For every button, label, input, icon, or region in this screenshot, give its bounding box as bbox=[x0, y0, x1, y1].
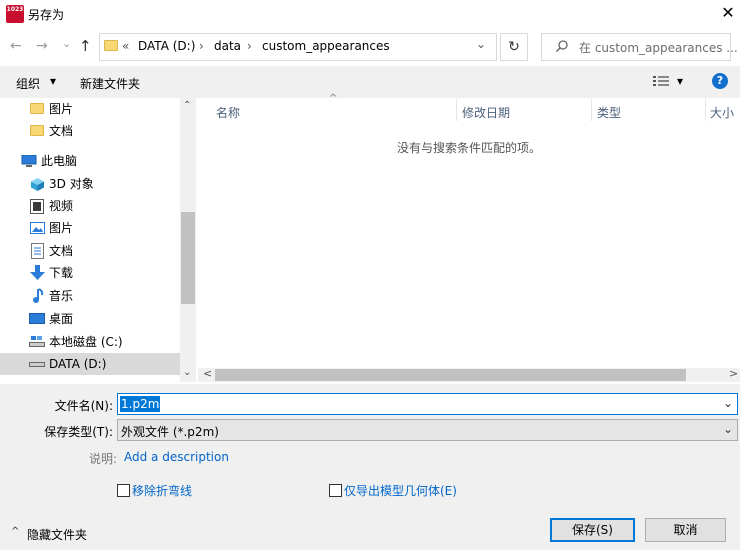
tree-item-downloads[interactable]: 下载 bbox=[0, 262, 180, 284]
breadcrumb-item-data[interactable]: data bbox=[214, 39, 241, 53]
export-geometry-only-label[interactable]: 仅导出模型几何体(E) bbox=[344, 482, 457, 499]
search-icon bbox=[555, 39, 569, 53]
tree-item-label: 此电脑 bbox=[41, 154, 78, 168]
tree-item-documents-pc[interactable]: 文档 bbox=[0, 240, 180, 262]
description-label: 说明: bbox=[89, 452, 118, 466]
hide-folders-chevron-icon[interactable]: ^ bbox=[11, 526, 19, 537]
tree-item-videos[interactable]: 视频 bbox=[0, 195, 180, 217]
view-dropdown-icon[interactable]: ▾ bbox=[677, 74, 683, 88]
tree-item-pictures-pc[interactable]: 图片 bbox=[0, 217, 180, 239]
navigation-pane: 图片 文档 此电脑 3D 对象 视频 图片 文档 下载 音乐 桌面 本地磁盘 (… bbox=[0, 98, 180, 382]
tree-item-label: 本地磁盘 (C:) bbox=[49, 335, 123, 349]
filename-dropdown-icon[interactable]: ⌄ bbox=[723, 396, 733, 410]
column-divider[interactable] bbox=[705, 99, 706, 121]
tree-item-music[interactable]: 音乐 bbox=[0, 285, 180, 307]
cancel-button[interactable]: 取消 bbox=[645, 518, 726, 542]
sort-indicator-icon: ^ bbox=[329, 93, 338, 104]
column-divider[interactable] bbox=[456, 99, 457, 121]
empty-message: 没有与搜索条件匹配的项。 bbox=[396, 141, 541, 155]
filename-input[interactable] bbox=[117, 393, 738, 415]
breadcrumb-overflow[interactable]: « bbox=[122, 39, 129, 53]
document-icon bbox=[31, 243, 44, 259]
filetype-dropdown-icon[interactable]: ⌄ bbox=[723, 422, 733, 436]
breadcrumb-item-custom-appearances[interactable]: custom_appearances bbox=[262, 39, 390, 53]
search-placeholder[interactable]: 在 custom_appearances ... bbox=[579, 39, 738, 56]
breadcrumb-item-data-drive[interactable]: DATA (D:) bbox=[138, 39, 195, 53]
folder-icon bbox=[30, 125, 44, 136]
view-options-icon[interactable] bbox=[653, 75, 669, 87]
recent-locations-button[interactable]: ⌄ bbox=[62, 36, 71, 52]
breadcrumb-separator[interactable]: › bbox=[247, 39, 252, 53]
scroll-up-icon[interactable]: ⌃ bbox=[183, 100, 191, 111]
column-header-name[interactable]: 名称 bbox=[216, 104, 240, 121]
organize-button[interactable]: 组织 bbox=[16, 75, 40, 92]
add-description-link[interactable]: Add a description bbox=[124, 450, 229, 464]
column-header-size[interactable]: 大小 bbox=[710, 104, 734, 121]
column-header-date[interactable]: 修改日期 bbox=[462, 104, 510, 121]
title-bar bbox=[0, 0, 740, 28]
tree-item-data-d[interactable]: DATA (D:) bbox=[0, 353, 180, 375]
download-icon bbox=[30, 265, 45, 281]
organize-dropdown-icon[interactable]: ▾ bbox=[50, 74, 56, 88]
help-icon[interactable]: ? bbox=[712, 73, 728, 89]
export-geometry-only-checkbox[interactable] bbox=[329, 484, 342, 497]
filetype-label: 保存类型(T): bbox=[44, 425, 113, 439]
close-icon[interactable]: ✕ bbox=[718, 3, 738, 23]
up-button[interactable]: ↑ bbox=[79, 37, 92, 55]
tree-item-pictures[interactable]: 图片 bbox=[0, 98, 180, 120]
refresh-button[interactable]: ↻ bbox=[500, 33, 528, 61]
file-list-scrollbar-thumb[interactable] bbox=[215, 369, 686, 381]
address-dropdown-icon[interactable]: ⌄ bbox=[476, 37, 486, 51]
tree-item-label: 视频 bbox=[49, 199, 74, 213]
remove-bend-lines-label[interactable]: 移除折弯线 bbox=[132, 482, 192, 499]
picture-icon bbox=[30, 222, 45, 234]
remove-bend-lines-checkbox[interactable] bbox=[117, 484, 130, 497]
window-title: 另存为 bbox=[28, 8, 65, 22]
drive-icon bbox=[29, 336, 45, 348]
tree-item-label: 文档 bbox=[49, 124, 74, 138]
desktop-icon bbox=[29, 313, 45, 325]
column-header-type[interactable]: 类型 bbox=[597, 104, 621, 121]
video-icon bbox=[30, 199, 44, 214]
app-icon: 1023 bbox=[6, 5, 24, 23]
folder-icon bbox=[30, 103, 44, 114]
save-button[interactable]: 保存(S) bbox=[550, 518, 635, 542]
drive-icon bbox=[29, 362, 45, 368]
back-button[interactable]: ← bbox=[10, 38, 22, 54]
tree-item-documents[interactable]: 文档 bbox=[0, 120, 180, 142]
column-divider[interactable] bbox=[591, 99, 592, 121]
tree-item-label: 3D 对象 bbox=[49, 177, 94, 191]
tree-item-label: 下载 bbox=[49, 266, 74, 280]
new-folder-button[interactable]: 新建文件夹 bbox=[80, 75, 140, 92]
tree-item-this-pc[interactable]: 此电脑 bbox=[0, 150, 180, 172]
forward-button[interactable]: → bbox=[36, 38, 48, 54]
filename-value[interactable]: 1.p2m bbox=[120, 396, 161, 412]
cube-icon bbox=[30, 177, 45, 192]
tree-item-label: 文档 bbox=[49, 244, 74, 258]
navigation-scrollbar-thumb[interactable] bbox=[181, 212, 195, 304]
breadcrumb-separator[interactable]: › bbox=[199, 39, 204, 53]
tree-item-label: 音乐 bbox=[49, 289, 74, 303]
tree-item-label: 图片 bbox=[49, 221, 74, 235]
folder-icon bbox=[104, 40, 118, 51]
hide-folders-button[interactable]: 隐藏文件夹 bbox=[27, 526, 87, 543]
filetype-value[interactable]: 外观文件 (*.p2m) bbox=[121, 423, 219, 440]
filename-label: 文件名(N): bbox=[54, 399, 113, 413]
tree-item-local-disk-c[interactable]: 本地磁盘 (C:) bbox=[0, 331, 180, 353]
tree-item-label: 图片 bbox=[49, 102, 74, 116]
scroll-right-icon[interactable]: > bbox=[729, 367, 738, 380]
scroll-left-icon[interactable]: < bbox=[203, 367, 212, 380]
music-icon bbox=[31, 288, 44, 304]
tree-item-3d-objects[interactable]: 3D 对象 bbox=[0, 173, 180, 195]
tree-item-label: DATA (D:) bbox=[49, 357, 107, 371]
tree-item-desktop[interactable]: 桌面 bbox=[0, 308, 180, 330]
computer-icon bbox=[21, 155, 37, 168]
scroll-down-icon[interactable]: ⌄ bbox=[183, 367, 191, 378]
tree-item-label: 桌面 bbox=[49, 312, 74, 326]
